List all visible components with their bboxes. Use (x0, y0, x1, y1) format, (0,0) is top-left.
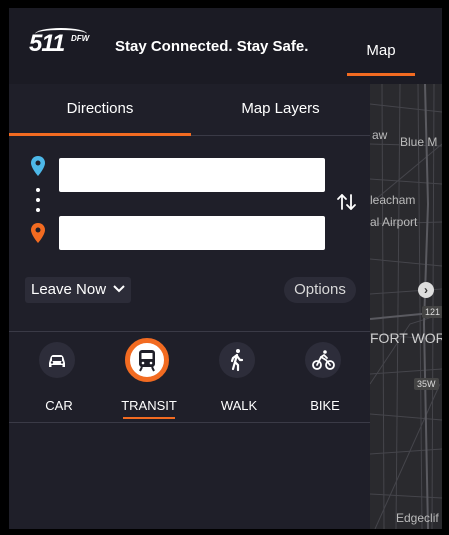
destination-input[interactable] (59, 216, 325, 250)
section-divider (9, 422, 370, 423)
origin-pin-icon (31, 156, 45, 176)
app-header: 511 DFW Stay Connected. Stay Safe. Map (9, 8, 442, 84)
directions-panel: Directions Map Layers Leave Now Options … (9, 84, 370, 529)
tab-directions-label: Directions (66, 100, 134, 117)
tab-map-underline (347, 73, 415, 76)
logo-sub: DFW (71, 34, 90, 43)
leave-now-label: Leave Now (31, 281, 107, 298)
map-view[interactable]: aw Blue M leacham al Airport › 121 FORT … (370, 84, 442, 529)
destination-pin-icon (31, 223, 45, 243)
mode-bike-circle (305, 342, 341, 378)
route-shield-121: 121 (422, 306, 442, 318)
transit-icon (139, 350, 155, 372)
tab-map-label: Map (366, 42, 396, 59)
tab-directions-underline (9, 133, 191, 136)
bike-icon (312, 350, 335, 370)
swap-icon[interactable] (336, 191, 358, 213)
mode-transit-label: TRANSIT (121, 398, 177, 413)
mode-walk-circle (219, 342, 255, 378)
walk-icon (230, 349, 244, 372)
options-button[interactable]: Options (284, 277, 356, 303)
car-icon (49, 355, 65, 367)
tab-map-layers-label: Map Layers (241, 100, 320, 117)
tab-map-layers[interactable]: Map Layers (191, 84, 370, 136)
mode-bike-label: BIKE (310, 398, 340, 413)
tabs-divider (191, 135, 370, 136)
mode-transit-circle (125, 338, 169, 382)
chevron-right-icon[interactable]: › (418, 282, 434, 298)
map-label: al Airport (370, 215, 418, 229)
tab-directions[interactable]: Directions (9, 84, 191, 136)
map-label: Edgeclif (396, 511, 439, 525)
tab-map[interactable]: Map (347, 36, 415, 76)
map-label: Blue M (400, 135, 438, 149)
route-shield-35w: 35W (414, 378, 439, 390)
map-label: FORT WOR (370, 330, 442, 346)
mode-car-label: CAR (45, 398, 73, 413)
map-label: aw (372, 128, 388, 142)
app-frame: 511 DFW Stay Connected. Stay Safe. Map a… (9, 8, 442, 529)
chevron-down-icon (113, 285, 125, 293)
map-label: leacham (370, 193, 416, 207)
origin-input[interactable] (59, 158, 325, 192)
logo-number: 511 (29, 30, 65, 57)
tagline: Stay Connected. Stay Safe. (115, 38, 309, 55)
mode-car-circle (39, 342, 75, 378)
mode-walk-label: WALK (220, 398, 258, 413)
511dfw-logo[interactable]: 511 DFW (29, 28, 91, 58)
section-divider (9, 331, 370, 332)
mode-transit-underline (123, 417, 175, 419)
leave-now-dropdown[interactable]: Leave Now (25, 277, 132, 303)
panel-tabs: Directions Map Layers (9, 84, 370, 136)
